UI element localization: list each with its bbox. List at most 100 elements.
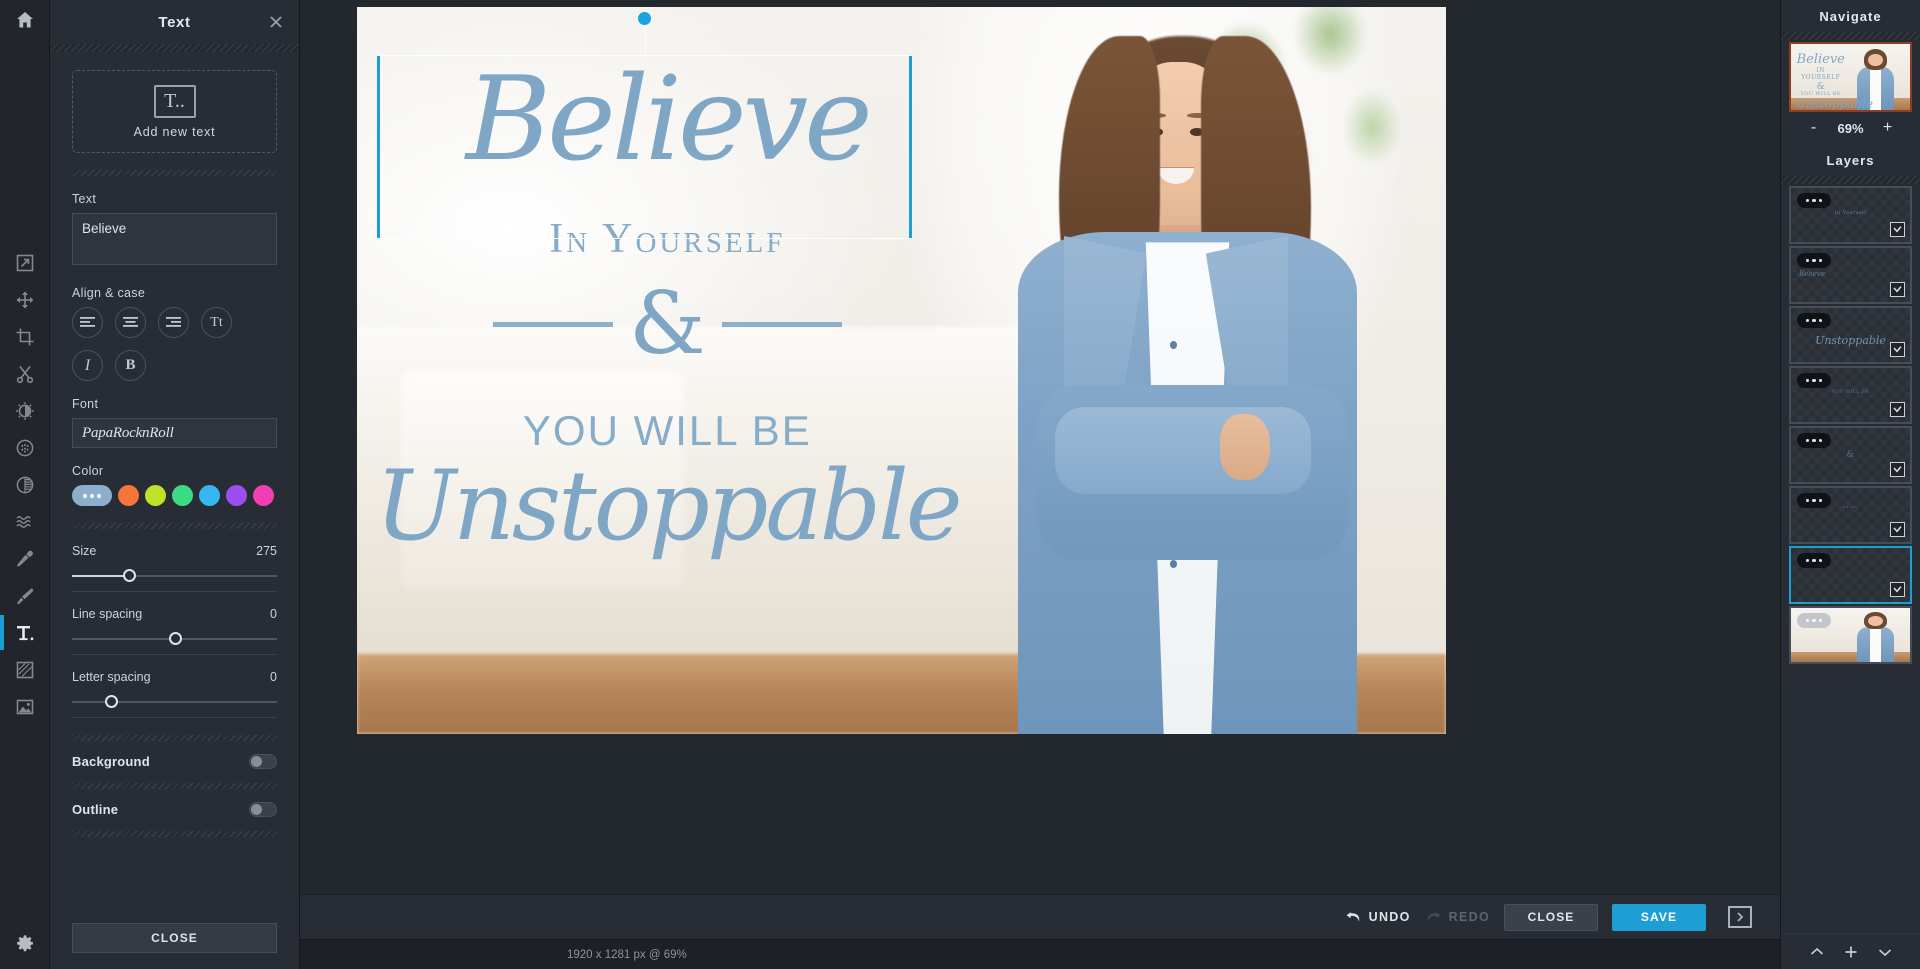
tool-adjust[interactable] [0,392,50,429]
layer-thumb-label: YOU WILL BE [1831,390,1870,395]
tool-crop[interactable] [0,318,50,355]
outline-toggle[interactable] [249,801,277,817]
italic-button[interactable]: I [72,350,103,381]
layer-menu-icon[interactable] [1797,253,1831,268]
tool-effects[interactable] [0,429,50,466]
color-swatch-selected[interactable] [72,485,112,506]
layer-visibility-checkbox[interactable] [1890,342,1905,357]
tool-image[interactable] [0,688,50,725]
layer-menu-icon[interactable] [1797,373,1831,388]
zoom-out-button[interactable]: - [1807,119,1819,137]
font-select[interactable]: PapaRocknRoll [72,418,277,448]
color-swatch-green[interactable] [172,485,193,506]
layer-thumb-label: In Yourself [1834,210,1867,216]
selection-edge-right[interactable] [909,55,912,239]
panel-title: Text [158,13,191,31]
close-button[interactable]: CLOSE [1504,903,1598,931]
text-panel-footer: CLOSE [50,923,299,969]
zoom-in-button[interactable]: + [1882,119,1894,137]
selection-box[interactable] [377,12,912,239]
layer-item-3[interactable]: Unstoppable [1789,306,1912,364]
layer-item-8-photo[interactable] [1789,606,1912,664]
layer-menu-icon[interactable] [1797,433,1831,448]
tool-cut[interactable] [0,355,50,392]
zoom-level[interactable]: 69% [1837,121,1863,136]
layer-thumb-label: & [1846,450,1855,460]
font-value: PapaRocknRoll [82,424,174,441]
canvas-wrapper[interactable]: Believe In Yourself & YOU WILL BE Unstop… [357,7,1446,734]
layer-visibility-checkbox[interactable] [1890,402,1905,417]
text-layer-you-will-be[interactable]: YOU WILL BE [373,407,961,455]
text-panel-header: Text [50,0,299,44]
text-panel: Text T.. Add new text Text Believe Align… [50,0,300,969]
close-icon[interactable] [267,13,285,31]
color-swatch-sky[interactable] [199,485,220,506]
tool-brush[interactable] [0,577,50,614]
layer-menu-icon[interactable] [1797,493,1831,508]
panel-close-button[interactable]: CLOSE [72,923,277,953]
tool-liquify[interactable] [0,503,50,540]
color-swatch-lime[interactable] [145,485,166,506]
rotate-handle[interactable] [637,12,651,25]
add-layer-icon[interactable] [1844,945,1858,959]
layer-visibility-checkbox[interactable] [1890,522,1905,537]
tool-texture[interactable] [0,651,50,688]
layer-menu-icon[interactable] [1797,313,1831,328]
line-spacing-slider[interactable] [72,630,277,648]
align-right-button[interactable] [158,307,189,338]
add-new-text-button[interactable]: T.. Add new text [72,70,277,153]
background-toggle[interactable] [249,753,277,769]
layer-menu-icon[interactable] [1797,613,1831,628]
align-button-row: Tt [72,307,277,338]
text-layer-unstoppable[interactable]: Unstoppable [373,458,962,554]
letter-spacing-slider[interactable] [72,693,277,711]
size-slider[interactable] [72,567,277,585]
align-left-button[interactable] [72,307,103,338]
section-divider-5 [72,831,277,837]
navigator-preview: Believe IN YOURSELF & YOU WILL BE Unstop… [1791,44,1910,110]
color-swatch-purple[interactable] [226,485,247,506]
selection-edge-bottom [377,238,912,239]
selection-edge-left[interactable] [377,55,380,239]
align-center-button[interactable] [115,307,146,338]
bold-button[interactable]: B [115,350,146,381]
layer-item-7-selected[interactable] [1789,546,1912,604]
undo-button[interactable]: UNDO [1345,910,1411,924]
tool-move[interactable] [0,281,50,318]
artboard[interactable]: Believe In Yourself & YOU WILL BE Unstop… [357,7,1446,734]
layer-item-2[interactable]: Believe [1789,246,1912,304]
text-case-button[interactable]: Tt [201,307,232,338]
save-button[interactable]: SAVE [1612,903,1706,931]
navigate-divider [1781,32,1920,40]
letter-spacing-block: Letter spacing 0 [72,670,277,718]
navigator-thumbnail[interactable]: Believe IN YOURSELF & YOU WILL BE Unstop… [1789,42,1912,112]
tool-retouch[interactable] [0,540,50,577]
bottom-action-bar: UNDO REDO CLOSE SAVE [300,894,1780,939]
expand-panel-icon[interactable] [1728,906,1752,928]
layer-item-6[interactable]: rules [1789,486,1912,544]
layer-visibility-checkbox[interactable] [1890,462,1905,477]
color-swatch-pink[interactable] [253,485,274,506]
layer-item-5[interactable]: & [1789,426,1912,484]
color-swatch-orange[interactable] [118,485,139,506]
canvas-size-status: 1920 x 1281 px @ 69% [567,948,687,961]
text-layer-ampersand[interactable]: & [629,280,706,366]
tool-text[interactable] [0,614,50,651]
redo-button[interactable]: REDO [1425,910,1490,924]
tool-share[interactable] [0,244,50,281]
layer-visibility-checkbox[interactable] [1890,222,1905,237]
home-button[interactable] [0,0,49,44]
layer-menu-icon[interactable] [1797,193,1831,208]
layer-item-1[interactable]: In Yourself [1789,186,1912,244]
settings-button[interactable] [0,934,50,959]
text-input[interactable]: Believe [72,213,277,265]
layer-visibility-checkbox[interactable] [1890,282,1905,297]
layer-visibility-checkbox[interactable] [1890,582,1905,597]
letter-spacing-label: Letter spacing [72,670,151,684]
tool-filters[interactable] [0,466,50,503]
move-layer-up-icon[interactable] [1810,947,1824,957]
layer-menu-icon[interactable] [1797,553,1831,568]
move-layer-down-icon[interactable] [1878,947,1892,957]
add-new-text-label: Add new text [133,124,216,139]
layer-item-4[interactable]: YOU WILL BE [1789,366,1912,424]
